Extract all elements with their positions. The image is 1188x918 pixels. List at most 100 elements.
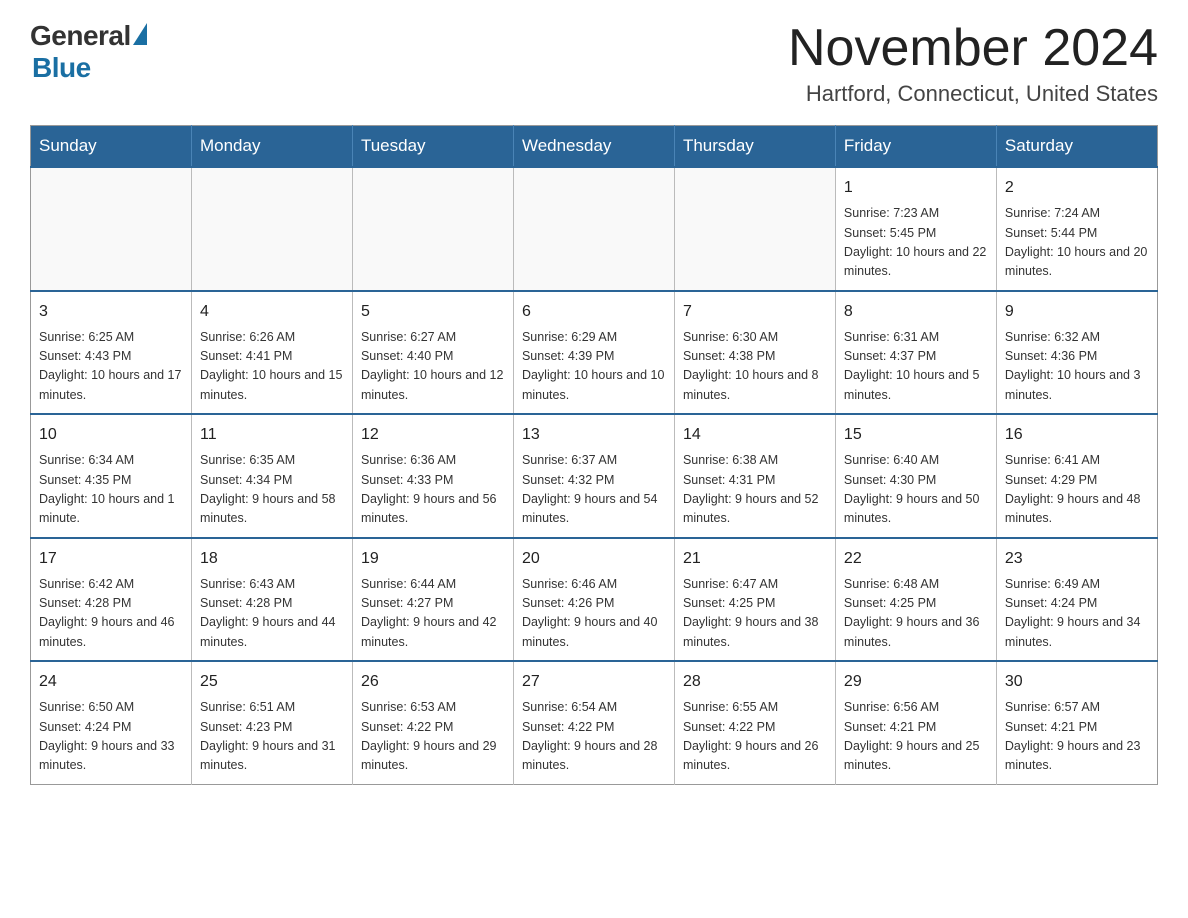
day-info: Sunrise: 6:31 AM Sunset: 4:37 PM Dayligh… xyxy=(844,328,988,406)
day-number: 2 xyxy=(1005,176,1149,200)
day-info: Sunrise: 6:57 AM Sunset: 4:21 PM Dayligh… xyxy=(1005,698,1149,776)
day-number: 6 xyxy=(522,300,666,324)
day-info: Sunrise: 6:50 AM Sunset: 4:24 PM Dayligh… xyxy=(39,698,183,776)
table-row: 30 Sunrise: 6:57 AM Sunset: 4:21 PM Dayli… xyxy=(996,661,1157,784)
logo-general-text: General xyxy=(30,20,131,52)
day-info: Sunrise: 6:43 AM Sunset: 4:28 PM Dayligh… xyxy=(200,575,344,653)
day-info: Sunrise: 6:26 AM Sunset: 4:41 PM Dayligh… xyxy=(200,328,344,406)
month-year-title: November 2024 xyxy=(788,20,1158,77)
day-info: Sunrise: 6:47 AM Sunset: 4:25 PM Dayligh… xyxy=(683,575,827,653)
day-info: Sunrise: 6:25 AM Sunset: 4:43 PM Dayligh… xyxy=(39,328,183,406)
day-number: 29 xyxy=(844,670,988,694)
day-number: 19 xyxy=(361,547,505,571)
table-row: 28Sunrise: 6:55 AM Sunset: 4:22 PM Dayli… xyxy=(674,661,835,784)
table-row: 29 Sunrise: 6:56 AM Sunset: 4:21 PM Dayli… xyxy=(835,661,996,784)
day-number: 1 xyxy=(844,176,988,200)
table-row: 3 Sunrise: 6:25 AM Sunset: 4:43 PM Daylig… xyxy=(31,291,192,415)
day-info: Sunrise: 6:30 AM Sunset: 4:38 PM Dayligh… xyxy=(683,328,827,406)
table-row: 23 Sunrise: 6:49 AM Sunset: 4:24 PM Dayli… xyxy=(996,538,1157,662)
day-number: 27 xyxy=(522,670,666,694)
day-number: 5 xyxy=(361,300,505,324)
table-row: 6 Sunrise: 6:29 AM Sunset: 4:39 PM Daylig… xyxy=(513,291,674,415)
table-row: 8 Sunrise: 6:31 AM Sunset: 4:37 PM Daylig… xyxy=(835,291,996,415)
table-row: 22 Sunrise: 6:48 AM Sunset: 4:25 PM Dayli… xyxy=(835,538,996,662)
day-info: Sunrise: 6:36 AM Sunset: 4:33 PM Dayligh… xyxy=(361,451,505,529)
day-info: Sunrise: 7:24 AM Sunset: 5:44 PM Dayligh… xyxy=(1005,204,1149,282)
day-number: 21 xyxy=(683,547,827,571)
calendar-table: Sunday Monday Tuesday Wednesday Thursday… xyxy=(30,125,1158,785)
table-row: 2 Sunrise: 7:24 AM Sunset: 5:44 PM Daylig… xyxy=(996,167,1157,291)
table-row: 7Sunrise: 6:30 AM Sunset: 4:38 PM Daylig… xyxy=(674,291,835,415)
day-number: 13 xyxy=(522,423,666,447)
day-info: Sunrise: 6:46 AM Sunset: 4:26 PM Dayligh… xyxy=(522,575,666,653)
table-row xyxy=(674,167,835,291)
table-row: 16Sunrise: 6:41 AM Sunset: 4:29 PM Dayli… xyxy=(996,414,1157,538)
day-info: Sunrise: 6:48 AM Sunset: 4:25 PM Dayligh… xyxy=(844,575,988,653)
logo-blue-text: Blue xyxy=(32,52,91,84)
day-info: Sunrise: 6:38 AM Sunset: 4:31 PM Dayligh… xyxy=(683,451,827,529)
table-row: 11 Sunrise: 6:35 AM Sunset: 4:34 PM Dayli… xyxy=(191,414,352,538)
day-number: 17 xyxy=(39,547,183,571)
header-tuesday: Tuesday xyxy=(352,126,513,168)
day-info: Sunrise: 6:56 AM Sunset: 4:21 PM Dayligh… xyxy=(844,698,988,776)
table-row xyxy=(191,167,352,291)
header-thursday: Thursday xyxy=(674,126,835,168)
day-number: 3 xyxy=(39,300,183,324)
table-row: 1 Sunrise: 7:23 AM Sunset: 5:45 PM Daylig… xyxy=(835,167,996,291)
day-info: Sunrise: 6:29 AM Sunset: 4:39 PM Dayligh… xyxy=(522,328,666,406)
table-row: 20Sunrise: 6:46 AM Sunset: 4:26 PM Dayli… xyxy=(513,538,674,662)
day-info: Sunrise: 6:44 AM Sunset: 4:27 PM Dayligh… xyxy=(361,575,505,653)
day-info: Sunrise: 6:54 AM Sunset: 4:22 PM Dayligh… xyxy=(522,698,666,776)
day-info: Sunrise: 6:41 AM Sunset: 4:29 PM Dayligh… xyxy=(1005,451,1149,529)
table-row: 12 Sunrise: 6:36 AM Sunset: 4:33 PM Dayli… xyxy=(352,414,513,538)
calendar-week-4: 17 Sunrise: 6:42 AM Sunset: 4:28 PM Dayli… xyxy=(31,538,1158,662)
calendar-week-2: 3 Sunrise: 6:25 AM Sunset: 4:43 PM Daylig… xyxy=(31,291,1158,415)
day-number: 22 xyxy=(844,547,988,571)
day-number: 30 xyxy=(1005,670,1149,694)
header-friday: Friday xyxy=(835,126,996,168)
table-row: 4 Sunrise: 6:26 AM Sunset: 4:41 PM Daylig… xyxy=(191,291,352,415)
table-row xyxy=(352,167,513,291)
day-info: Sunrise: 6:49 AM Sunset: 4:24 PM Dayligh… xyxy=(1005,575,1149,653)
day-info: Sunrise: 6:37 AM Sunset: 4:32 PM Dayligh… xyxy=(522,451,666,529)
logo: General Blue xyxy=(30,20,147,84)
header-sunday: Sunday xyxy=(31,126,192,168)
day-info: Sunrise: 7:23 AM Sunset: 5:45 PM Dayligh… xyxy=(844,204,988,282)
day-info: Sunrise: 6:27 AM Sunset: 4:40 PM Dayligh… xyxy=(361,328,505,406)
table-row: 13 Sunrise: 6:37 AM Sunset: 4:32 PM Dayli… xyxy=(513,414,674,538)
table-row: 24 Sunrise: 6:50 AM Sunset: 4:24 PM Dayli… xyxy=(31,661,192,784)
day-number: 26 xyxy=(361,670,505,694)
table-row: 21 Sunrise: 6:47 AM Sunset: 4:25 PM Dayli… xyxy=(674,538,835,662)
day-number: 18 xyxy=(200,547,344,571)
day-number: 11 xyxy=(200,423,344,447)
table-row: 15Sunrise: 6:40 AM Sunset: 4:30 PM Dayli… xyxy=(835,414,996,538)
table-row: 19 Sunrise: 6:44 AM Sunset: 4:27 PM Dayli… xyxy=(352,538,513,662)
day-number: 15 xyxy=(844,423,988,447)
day-info: Sunrise: 6:35 AM Sunset: 4:34 PM Dayligh… xyxy=(200,451,344,529)
day-number: 28 xyxy=(683,670,827,694)
day-info: Sunrise: 6:42 AM Sunset: 4:28 PM Dayligh… xyxy=(39,575,183,653)
day-number: 10 xyxy=(39,423,183,447)
table-row xyxy=(31,167,192,291)
table-row xyxy=(513,167,674,291)
logo-triangle-icon xyxy=(133,23,147,45)
table-row: 26 Sunrise: 6:53 AM Sunset: 4:22 PM Dayli… xyxy=(352,661,513,784)
table-row: 14Sunrise: 6:38 AM Sunset: 4:31 PM Dayli… xyxy=(674,414,835,538)
table-row: 10Sunrise: 6:34 AM Sunset: 4:35 PM Dayli… xyxy=(31,414,192,538)
header-monday: Monday xyxy=(191,126,352,168)
title-section: November 2024 Hartford, Connecticut, Uni… xyxy=(788,20,1158,107)
day-info: Sunrise: 6:53 AM Sunset: 4:22 PM Dayligh… xyxy=(361,698,505,776)
day-number: 4 xyxy=(200,300,344,324)
location-title: Hartford, Connecticut, United States xyxy=(788,81,1158,107)
table-row: 9Sunrise: 6:32 AM Sunset: 4:36 PM Daylig… xyxy=(996,291,1157,415)
table-row: 5 Sunrise: 6:27 AM Sunset: 4:40 PM Daylig… xyxy=(352,291,513,415)
table-row: 17 Sunrise: 6:42 AM Sunset: 4:28 PM Dayli… xyxy=(31,538,192,662)
calendar-week-1: 1 Sunrise: 7:23 AM Sunset: 5:45 PM Daylig… xyxy=(31,167,1158,291)
calendar-week-5: 24 Sunrise: 6:50 AM Sunset: 4:24 PM Dayli… xyxy=(31,661,1158,784)
table-row: 25Sunrise: 6:51 AM Sunset: 4:23 PM Dayli… xyxy=(191,661,352,784)
day-number: 8 xyxy=(844,300,988,324)
day-number: 23 xyxy=(1005,547,1149,571)
day-number: 25 xyxy=(200,670,344,694)
day-number: 24 xyxy=(39,670,183,694)
day-number: 12 xyxy=(361,423,505,447)
